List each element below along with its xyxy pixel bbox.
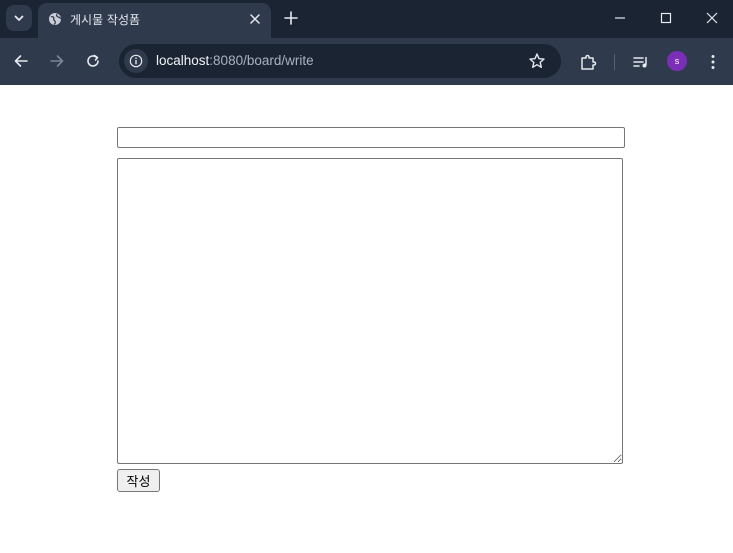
back-button[interactable] xyxy=(12,52,30,70)
info-icon xyxy=(129,54,143,68)
browser-titlebar: 게시물 작성폼 xyxy=(0,0,733,38)
reload-button[interactable] xyxy=(84,52,102,70)
address-bar-url[interactable]: localhost:8080/board/write xyxy=(156,53,314,68)
title-input[interactable] xyxy=(117,127,625,148)
plus-icon[interactable] xyxy=(282,9,300,27)
browser-menu-button[interactable] xyxy=(703,52,723,72)
tab-search-button[interactable] xyxy=(6,5,32,31)
maximize-icon xyxy=(660,12,672,24)
arrow-left-icon xyxy=(14,55,28,67)
url-path: :8080/board/write xyxy=(209,53,314,68)
browser-toolbar: localhost:8080/board/write s xyxy=(0,38,733,85)
site-info-button[interactable] xyxy=(124,49,148,73)
media-queue-icon xyxy=(633,57,647,68)
content-textarea[interactable] xyxy=(117,158,623,464)
extensions-button[interactable] xyxy=(578,52,598,72)
close-icon[interactable] xyxy=(247,11,263,27)
page-content: 작성 xyxy=(0,85,733,553)
globe-icon xyxy=(49,13,62,25)
window-minimize-button[interactable] xyxy=(610,8,630,28)
kebab-menu-icon xyxy=(711,55,715,69)
browser-tab-active[interactable]: 게시물 작성폼 xyxy=(38,3,271,38)
close-icon xyxy=(706,12,718,24)
arrow-right-icon xyxy=(50,55,64,67)
submit-button[interactable]: 작성 xyxy=(117,469,160,492)
toolbar-separator xyxy=(614,54,615,70)
puzzle-icon xyxy=(581,54,597,70)
url-host: localhost xyxy=(156,53,210,68)
window-maximize-button[interactable] xyxy=(656,8,676,28)
reload-icon xyxy=(87,54,99,67)
forward-button[interactable] xyxy=(48,52,66,70)
media-button[interactable] xyxy=(631,52,651,72)
star-icon[interactable] xyxy=(528,52,546,70)
window-close-button[interactable] xyxy=(702,8,722,28)
profile-avatar[interactable]: s xyxy=(667,51,687,71)
minimize-icon xyxy=(615,17,625,19)
tab-title: 게시물 작성폼 xyxy=(70,13,141,27)
address-bar[interactable]: localhost:8080/board/write xyxy=(119,44,561,78)
chevron-down-icon xyxy=(14,15,24,21)
